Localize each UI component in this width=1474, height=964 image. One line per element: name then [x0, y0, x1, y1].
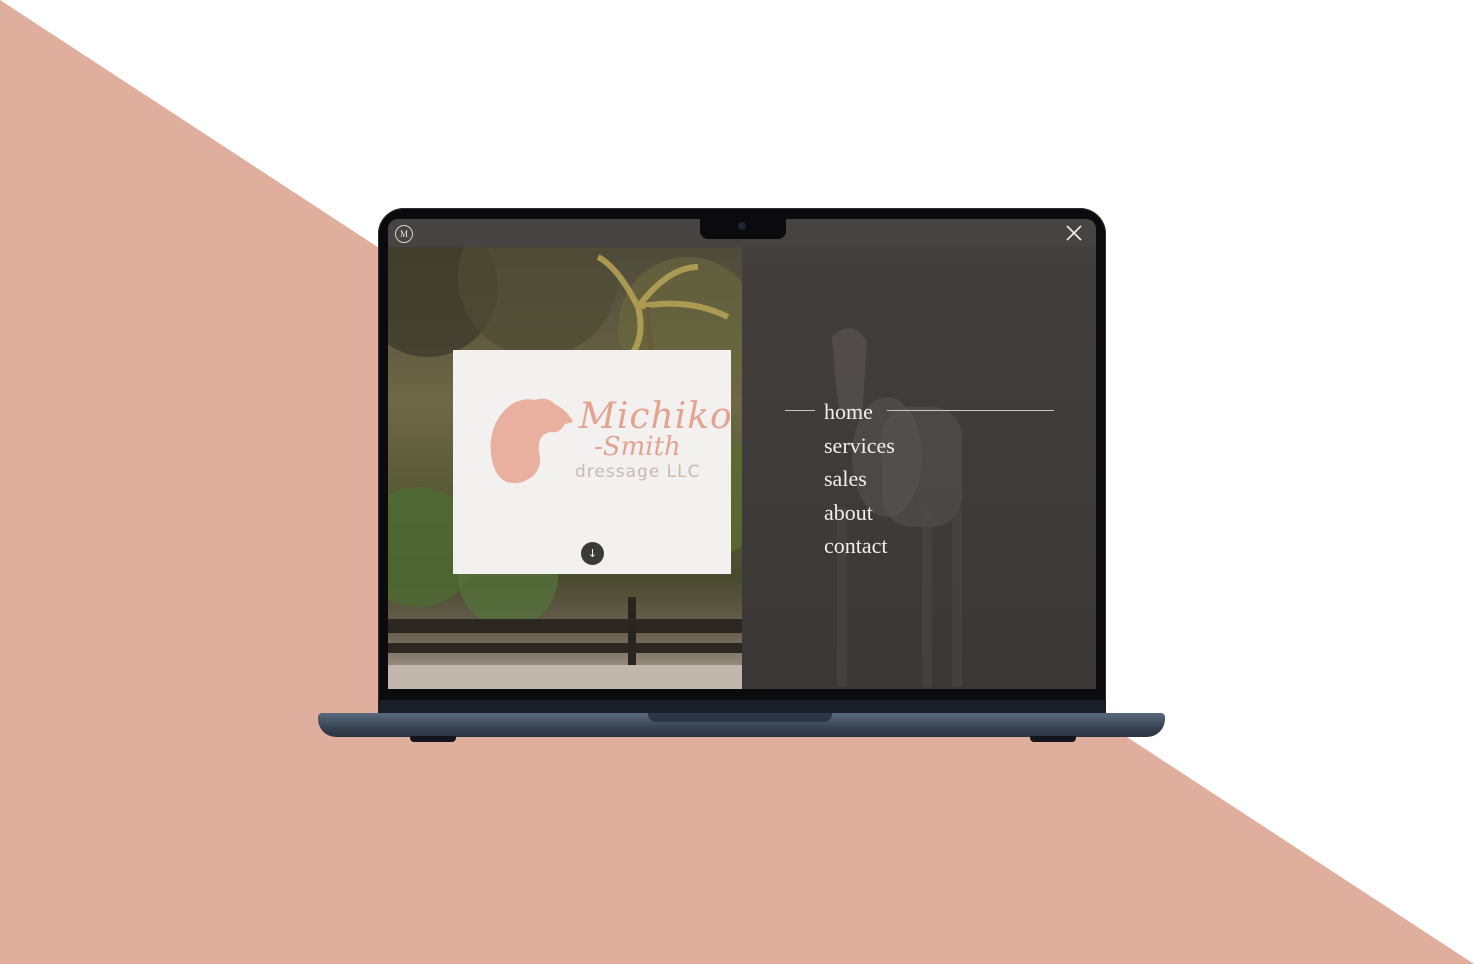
- nav-active-line-right: [887, 410, 1054, 411]
- nav-item-contact[interactable]: contact: [824, 529, 895, 563]
- laptop-foot-left: [410, 736, 456, 742]
- nav-item-sales[interactable]: sales: [824, 462, 895, 496]
- nav-item-about[interactable]: about: [824, 496, 895, 530]
- horse-photo-faded: [832, 328, 962, 687]
- brand-name-line3: dressage LLC: [575, 462, 701, 482]
- laptop-foot-right: [1030, 736, 1076, 742]
- site-badge[interactable]: M: [395, 225, 413, 243]
- menu-overlay-panel: [742, 247, 1096, 689]
- camera-icon: [738, 222, 746, 230]
- close-icon[interactable]: [1065, 224, 1083, 242]
- laptop-hinge: [378, 700, 1106, 714]
- brand-name-line1: Michiko: [579, 396, 733, 437]
- horse-head-logo: [490, 398, 573, 484]
- brand-name-line2: -Smith: [594, 432, 681, 462]
- laptop-screen: M Michiko -Smith dressage LLC ↓ home ser…: [388, 219, 1096, 689]
- nav-item-home[interactable]: home: [824, 395, 895, 429]
- main-nav: home services sales about contact: [824, 395, 895, 563]
- nav-active-line-left: [785, 410, 815, 411]
- laptop-trackpad-notch: [648, 713, 832, 722]
- logo-card: Michiko -Smith dressage LLC ↓: [453, 350, 733, 574]
- arrow-down-icon[interactable]: ↓: [581, 542, 604, 565]
- nav-item-services[interactable]: services: [824, 429, 895, 463]
